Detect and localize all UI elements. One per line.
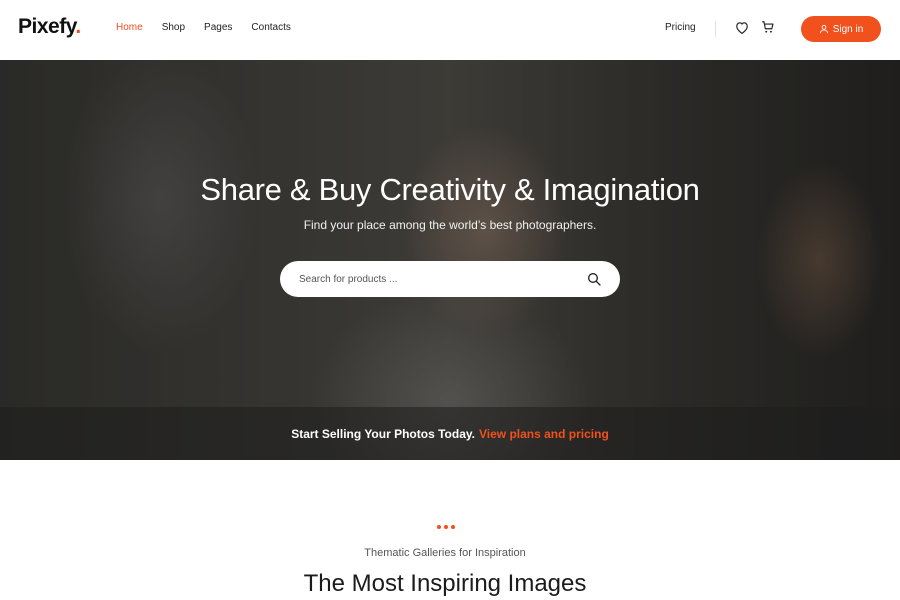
header-divider xyxy=(715,21,716,37)
signin-button[interactable]: Sign in xyxy=(801,16,881,42)
nav-home[interactable]: Home xyxy=(116,22,143,33)
user-icon xyxy=(819,25,828,34)
logo-text: Pixefy xyxy=(18,15,76,38)
nav-pages[interactable]: Pages xyxy=(204,22,232,33)
search-input[interactable] xyxy=(299,261,579,297)
nav-shop[interactable]: Shop xyxy=(162,22,185,33)
wishlist-button[interactable] xyxy=(734,19,750,35)
section-title: The Most Inspiring Images xyxy=(303,570,587,597)
promo-text: Start Selling Your Photos Today. xyxy=(291,426,475,441)
main-nav: Home Shop Pages Contacts xyxy=(116,22,310,33)
signin-label: Sign in xyxy=(832,23,864,35)
pricing-link[interactable]: View plans and pricing xyxy=(479,427,609,441)
hero-title: Share & Buy Creativity & Imagination xyxy=(200,172,700,207)
cart-button[interactable] xyxy=(760,19,776,35)
logo-dot: . xyxy=(75,15,81,38)
logo[interactable]: Pixefy. xyxy=(18,15,81,39)
dots-decoration xyxy=(437,525,455,529)
heart-icon xyxy=(736,21,748,34)
hero-subtitle: Find your place among the world’s best p… xyxy=(303,218,597,232)
cart-icon xyxy=(762,21,774,33)
site-header: Pixefy. Home Shop Pages Contacts Pricing… xyxy=(0,0,900,60)
nav-contacts[interactable]: Contacts xyxy=(251,22,290,33)
promo-bar: Start Selling Your Photos Today. View pl… xyxy=(0,407,900,460)
search-icon[interactable] xyxy=(586,271,602,287)
hero-banner: Share & Buy Creativity & Imagination Fin… xyxy=(0,60,900,460)
hero-image-overlay xyxy=(0,60,900,460)
section-subtitle: Thematic Galleries for Inspiration xyxy=(364,547,526,559)
search-bar xyxy=(280,261,620,297)
nav-pricing[interactable]: Pricing xyxy=(665,22,696,33)
